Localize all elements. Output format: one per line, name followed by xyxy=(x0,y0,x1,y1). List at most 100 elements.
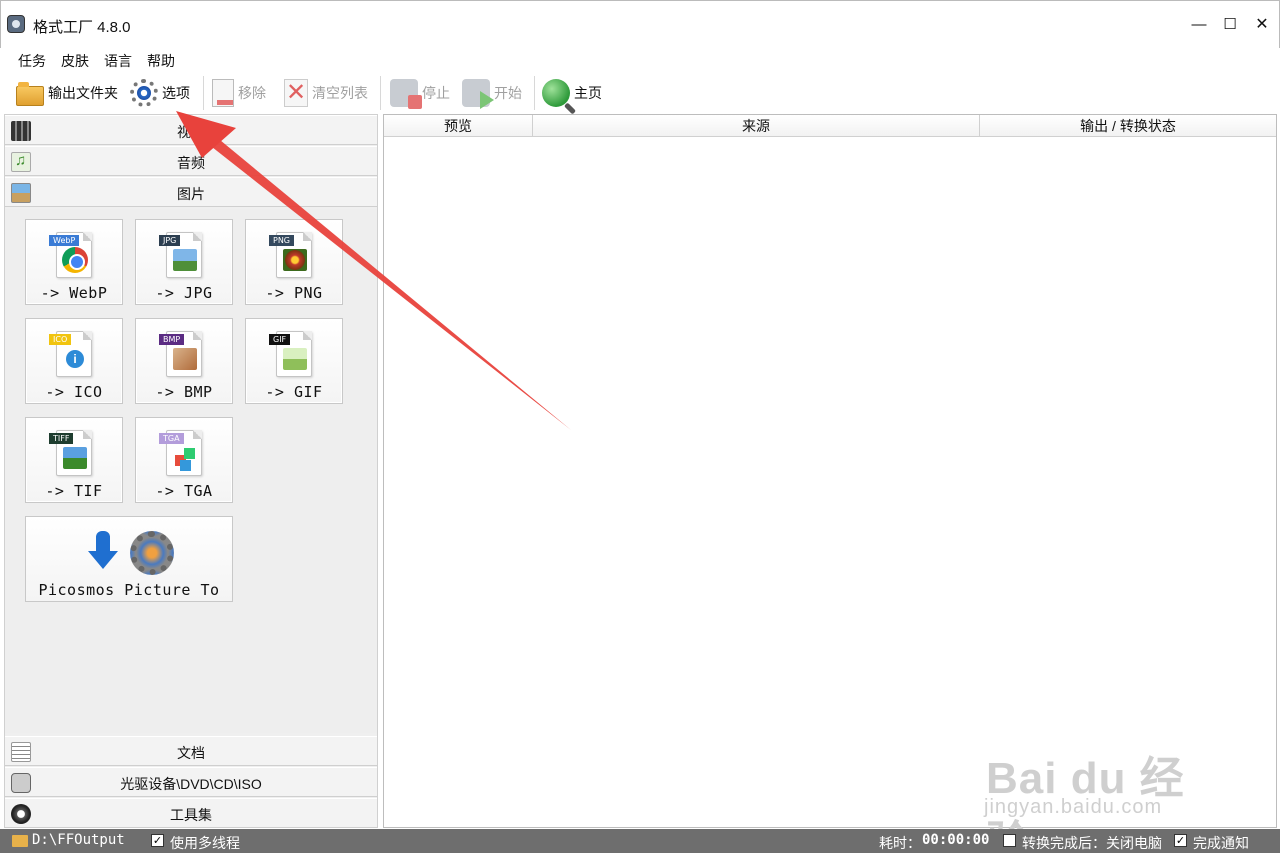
category-tools[interactable]: 工具集 xyxy=(5,798,377,828)
clear-list-label: 清空列表 xyxy=(312,85,368,101)
to-gif-tile[interactable]: GIF -> GIF xyxy=(245,318,343,404)
title-bar: 格式工厂 4.8.0 — ☐ ✕ xyxy=(0,0,1280,48)
globe-search-icon xyxy=(542,79,570,107)
window-title: 格式工厂 4.8.0 xyxy=(33,19,131,36)
column-output-status[interactable]: 输出 / 转换状态 xyxy=(980,115,1276,137)
multithread-label: 使用多线程 xyxy=(170,835,240,851)
clear-list-button[interactable]: ✕ 清空列表 xyxy=(284,76,368,110)
after-convert-label: 转换完成后：关闭电脑 xyxy=(1022,835,1162,851)
baidu-watermark: Bai du 经验 jingyan.baidu.com xyxy=(978,712,1228,853)
elapsed-label: 耗时： xyxy=(879,835,921,851)
tile-label: -> TGA xyxy=(155,482,213,500)
format-tag: BMP xyxy=(159,334,185,345)
notify-checkbox[interactable]: ✓ xyxy=(1174,834,1187,847)
tile-label: -> BMP xyxy=(155,383,213,401)
start-label: 开始 xyxy=(494,85,522,101)
format-tag: TGA xyxy=(159,433,184,444)
tile-label: -> TIF xyxy=(45,482,103,500)
format-tag: PNG xyxy=(269,235,295,246)
category-video[interactable]: 视频 xyxy=(5,115,377,145)
gif-file-icon: GIF xyxy=(269,331,312,377)
menu-help[interactable]: 帮助 xyxy=(147,51,175,71)
category-label: 光驱设备\DVD\CD\ISO xyxy=(120,776,262,792)
folder-icon xyxy=(12,835,28,847)
bmp-file-icon: BMP xyxy=(159,331,202,377)
gear-icon xyxy=(130,79,158,107)
toolbar-divider xyxy=(534,76,535,110)
cubes-icon xyxy=(173,447,197,469)
category-panel: 视频 音频 图片 WebP -> WebP JPG -> JPG PNG xyxy=(4,114,378,828)
elapsed-time: 00:00:00 xyxy=(922,832,990,848)
category-audio[interactable]: 音频 xyxy=(5,146,377,176)
picosmos-tile[interactable]: Picosmos Picture To xyxy=(25,516,233,602)
maximize-button[interactable]: ☐ xyxy=(1220,15,1240,35)
stop-button[interactable]: 停止 xyxy=(390,76,450,110)
close-button[interactable]: ✕ xyxy=(1252,15,1272,35)
minimize-button[interactable]: — xyxy=(1189,15,1209,35)
paint-icon xyxy=(173,348,197,370)
to-ico-tile[interactable]: ICO i -> ICO xyxy=(25,318,123,404)
format-tag: JPG xyxy=(159,235,181,246)
output-path[interactable]: D:\FFOutput xyxy=(32,832,125,848)
tile-label: Picosmos Picture To xyxy=(38,581,220,599)
home-button[interactable]: 主页 xyxy=(542,76,602,110)
to-png-tile[interactable]: PNG -> PNG xyxy=(245,219,343,305)
tif-file-icon: TIFF xyxy=(49,430,92,476)
remove-button[interactable]: 移除 xyxy=(212,76,266,110)
menu-skin[interactable]: 皮肤 xyxy=(61,51,89,71)
options-label: 选项 xyxy=(162,85,190,101)
to-webp-tile[interactable]: WebP -> WebP xyxy=(25,219,123,305)
jpg-file-icon: JPG xyxy=(159,232,202,278)
category-image[interactable]: 图片 xyxy=(5,177,377,207)
category-disc[interactable]: 光驱设备\DVD\CD\ISO xyxy=(5,767,377,797)
start-button[interactable]: 开始 xyxy=(462,76,522,110)
tga-file-icon: TGA xyxy=(159,430,202,476)
tile-label: -> PNG xyxy=(265,284,323,302)
image-format-grid: WebP -> WebP JPG -> JPG PNG -> PNG ICO i xyxy=(5,209,377,733)
tile-label: -> ICO xyxy=(45,383,103,401)
start-icon xyxy=(462,79,494,109)
tile-label: -> WebP xyxy=(40,284,108,302)
to-tga-tile[interactable]: TGA -> TGA xyxy=(135,417,233,503)
category-document[interactable]: 文档 xyxy=(5,736,377,766)
column-preview[interactable]: 预览 xyxy=(384,115,533,137)
to-tif-tile[interactable]: TIFF -> TIF xyxy=(25,417,123,503)
landscape-icon xyxy=(63,447,87,469)
landscape-icon xyxy=(173,249,197,271)
category-label: 视频 xyxy=(177,124,205,140)
menu-task[interactable]: 任务 xyxy=(18,51,46,71)
output-folder-button[interactable]: 输出文件夹 xyxy=(16,76,118,110)
remove-label: 移除 xyxy=(238,85,266,101)
to-jpg-tile[interactable]: JPG -> JPG xyxy=(135,219,233,305)
options-button[interactable]: 选项 xyxy=(130,76,190,110)
format-tag: GIF xyxy=(269,334,291,345)
tile-label: -> JPG xyxy=(155,284,213,302)
menu-language[interactable]: 语言 xyxy=(104,51,132,71)
stop-label: 停止 xyxy=(422,85,450,101)
clear-x-icon: ✕ xyxy=(284,79,308,107)
category-label: 文档 xyxy=(177,745,205,761)
remove-icon xyxy=(212,79,234,107)
png-file-icon: PNG xyxy=(269,232,312,278)
ico-file-icon: ICO i xyxy=(49,331,92,377)
multithread-checkbox[interactable]: ✓ xyxy=(151,834,164,847)
chrome-icon xyxy=(62,247,88,273)
category-label: 工具集 xyxy=(170,807,212,823)
info-icon: i xyxy=(66,350,84,368)
stop-icon xyxy=(390,79,422,109)
flower-icon xyxy=(283,249,307,271)
download-arrow-icon xyxy=(88,531,118,571)
webp-file-icon: WebP xyxy=(49,232,92,278)
app-icon xyxy=(7,15,25,33)
menu-bar: 任务 皮肤 语言 帮助 xyxy=(0,48,1280,72)
watermark-url: jingyan.baidu.com xyxy=(984,796,1163,818)
to-bmp-tile[interactable]: BMP -> BMP xyxy=(135,318,233,404)
category-label: 图片 xyxy=(177,186,205,202)
toolbar-divider xyxy=(203,76,204,110)
folder-icon xyxy=(16,82,44,106)
format-tag: TIFF xyxy=(49,433,74,444)
tile-label: -> GIF xyxy=(265,383,323,401)
notify-label: 完成通知 xyxy=(1193,835,1249,851)
column-source[interactable]: 来源 xyxy=(533,115,980,137)
shutdown-checkbox[interactable] xyxy=(1003,834,1016,847)
